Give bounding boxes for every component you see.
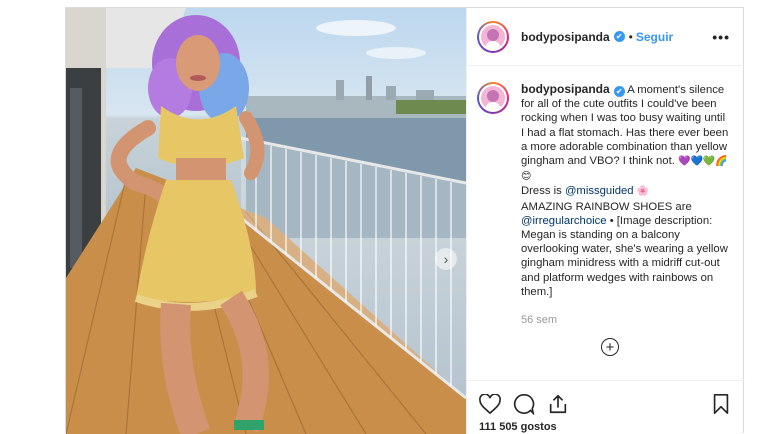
instagram-post: › bodyposipanda ✔ • Seguir ••• bodyposip… — [65, 7, 745, 434]
more-options-icon[interactable]: ••• — [712, 29, 730, 45]
avatar-image — [479, 22, 507, 51]
username-link[interactable]: bodyposipanda — [521, 30, 610, 44]
carousel-next-button[interactable]: › — [435, 248, 457, 270]
follow-button[interactable]: Seguir — [636, 30, 673, 44]
bookmark-icon[interactable] — [711, 393, 731, 415]
avatar[interactable] — [477, 82, 509, 114]
post-side-panel: bodyposipanda ✔ • Seguir ••• bodyposipan… — [466, 8, 745, 434]
load-more-comments-button[interactable]: + — [601, 338, 619, 356]
action-bar: 111 505 gostos — [467, 380, 745, 434]
shoes-prefix: AMAZING RAINBOW SHOES are — [521, 200, 692, 213]
separator-dot: • — [628, 29, 633, 44]
avatar-image — [479, 84, 507, 112]
verified-icon: ✔ — [613, 31, 625, 42]
likes-count[interactable]: 111 505 gostos — [479, 421, 731, 433]
post-header: bodyposipanda ✔ • Seguir ••• — [467, 8, 744, 66]
post-timestamp[interactable]: 56 sem — [521, 313, 730, 327]
image-description: • [Image description: Megan is standing … — [521, 214, 728, 298]
caption-username[interactable]: bodyposipanda — [521, 82, 610, 96]
comment-icon[interactable] — [513, 393, 535, 415]
plus-circle-icon: + — [605, 338, 615, 356]
verified-icon: ✔ — [613, 86, 625, 97]
avatar[interactable] — [477, 20, 509, 53]
caption-body: A moment's silence for all of the cute o… — [521, 84, 729, 168]
post-photo[interactable]: › — [66, 8, 466, 434]
heart-icon[interactable] — [479, 394, 501, 414]
share-icon[interactable] — [547, 393, 569, 415]
chevron-right-icon: › — [443, 251, 449, 267]
caption-block: bodyposipanda ✔ A moment's silence for al… — [467, 66, 744, 327]
flower-emoji: 🌸 — [636, 186, 650, 198]
mention-irregularchoice[interactable]: @irregularchoice — [521, 215, 607, 227]
balcony-scene-illustration — [66, 8, 466, 434]
dress-prefix: Dress is — [521, 185, 565, 198]
mention-missguided[interactable]: @missguided — [565, 185, 634, 197]
caption-text: bodyposipanda ✔ A moment's silence for al… — [521, 82, 730, 327]
